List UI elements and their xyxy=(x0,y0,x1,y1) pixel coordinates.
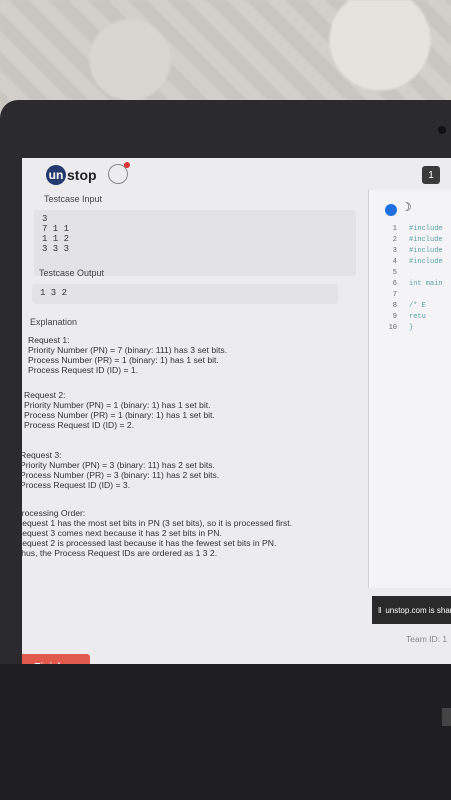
moon-icon[interactable]: ☽ xyxy=(401,200,412,214)
team-id: Team ID: 1 xyxy=(406,634,448,644)
input-line: 3 xyxy=(42,214,48,224)
code-area[interactable]: #include #include #include #include int … xyxy=(409,224,451,334)
line-number: 4 xyxy=(392,258,397,266)
request-heading: Request 2: xyxy=(24,390,66,400)
testcase-output-label: Testcase Output xyxy=(39,268,105,278)
logo-badge: un xyxy=(46,165,66,185)
pause-icon: ‖ xyxy=(378,605,382,615)
question-number-button[interactable]: 1 xyxy=(422,166,440,184)
unstop-logo[interactable]: un stop xyxy=(46,164,97,186)
request-line: Process Number (PR) = 3 (binary: 11) has… xyxy=(22,470,220,480)
request-line: Process Request ID (ID) = 1. xyxy=(28,365,139,375)
processing-order-block: Processing Order: Request 1 has the most… xyxy=(22,508,292,558)
input-line: 3 3 3 xyxy=(42,244,70,254)
output-value: 1 3 2 xyxy=(40,288,68,298)
request-line: Process Number (PR) = 1 (binary: 1) has … xyxy=(28,355,219,365)
line-number: 10 xyxy=(388,324,397,332)
input-line: 1 1 2 xyxy=(42,234,70,244)
request-line: Priority Number (PN) = 3 (binary: 11) ha… xyxy=(22,460,215,470)
screen: un stop 1 Testcase Input 3 7 1 1 1 1 2 3… xyxy=(22,158,451,664)
request-heading: Request 3: xyxy=(22,450,62,460)
line-number: 7 xyxy=(392,291,397,299)
line-number: 3 xyxy=(392,247,397,255)
problem-panel: Testcase Input 3 7 1 1 1 1 2 3 3 3 Testc… xyxy=(22,190,368,664)
code-line: #include xyxy=(409,247,443,255)
share-text: unstop.com is sharing yo xyxy=(385,605,451,615)
line-number: 2 xyxy=(392,236,397,244)
laptop-bottom-bezel xyxy=(0,664,451,800)
background-cloth xyxy=(0,0,451,110)
notification-icon[interactable] xyxy=(108,162,130,184)
logo-word: stop xyxy=(67,167,97,183)
code-line: #include xyxy=(409,236,443,244)
bezel-button xyxy=(442,708,451,726)
top-bar: un stop 1 xyxy=(22,158,451,190)
request-1-block: Request 1: Priority Number (PN) = 7 (bin… xyxy=(28,335,227,375)
code-line: #include xyxy=(409,258,443,266)
request-2-block: Request 2: Priority Number (PN) = 1 (bin… xyxy=(24,390,215,430)
request-3-block: Request 3: Priority Number (PN) = 3 (bin… xyxy=(22,450,219,490)
code-line: } xyxy=(409,324,414,332)
order-line: Request 3 comes next because it has 2 se… xyxy=(22,528,222,538)
order-line: Request 2 is processed last because it h… xyxy=(22,538,277,548)
code-editor-panel[interactable]: ☽ 1 2 3 4 5 6 7 8 9 10 #include #include… xyxy=(368,190,451,588)
line-number: 8 xyxy=(392,302,397,310)
request-line: Process Request ID (ID) = 3. xyxy=(22,480,131,490)
line-number: 6 xyxy=(392,280,397,288)
line-number: 1 xyxy=(392,225,397,233)
testcase-input-box: 3 7 1 1 1 1 2 3 3 3 xyxy=(34,210,356,276)
request-line: Process Number (PR) = 1 (binary: 1) has … xyxy=(24,410,215,420)
order-heading: Processing Order: xyxy=(22,508,86,518)
request-line: Process Request ID (ID) = 2. xyxy=(24,420,135,430)
request-heading: Request 1: xyxy=(28,335,70,345)
line-number: 5 xyxy=(392,269,397,277)
code-line: int main xyxy=(409,280,443,288)
camera-dot xyxy=(438,126,446,134)
screen-share-bar[interactable]: ‖ unstop.com is sharing yo xyxy=(372,596,451,624)
line-number-gutter: 1 2 3 4 5 6 7 8 9 10 xyxy=(369,224,397,334)
code-line: retu xyxy=(409,313,426,321)
testcase-output-box: 1 3 2 xyxy=(32,284,338,304)
input-line: 7 1 1 xyxy=(42,224,70,234)
code-line: /* E xyxy=(409,302,426,310)
order-line: Request 1 has the most set bits in PN (3… xyxy=(22,518,293,528)
code-line: #include xyxy=(409,225,443,233)
testcase-input-label: Testcase Input xyxy=(44,194,103,204)
line-number: 9 xyxy=(392,313,397,321)
request-line: Priority Number (PN) = 7 (binary: 111) h… xyxy=(28,345,228,355)
request-line: Priority Number (PN) = 1 (binary: 1) has… xyxy=(24,400,211,410)
explanation-label: Explanation xyxy=(30,317,78,327)
finish-button[interactable]: Finish xyxy=(22,654,90,664)
theme-toggle-icon[interactable] xyxy=(385,204,397,216)
order-line: Thus, the Process Request IDs are ordere… xyxy=(22,548,218,558)
